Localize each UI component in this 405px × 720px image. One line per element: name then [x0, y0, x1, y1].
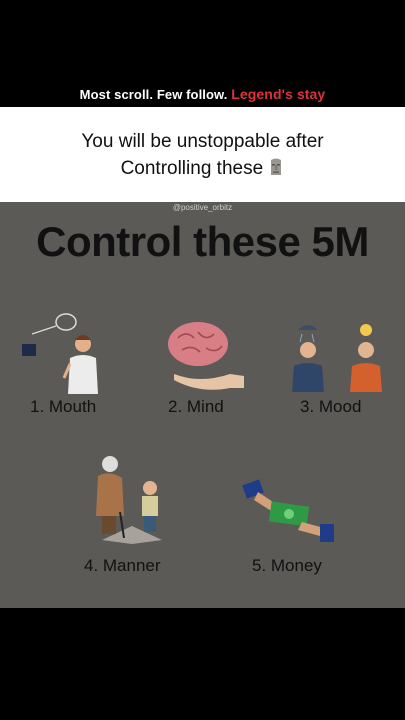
tagline-accent: Legend's stay — [231, 86, 326, 102]
money-hands-icon — [242, 479, 334, 542]
headline: You will be unstoppable after Controllin… — [0, 128, 405, 182]
item-label-money: 5. Money — [252, 556, 322, 575]
poster-title: Control these 5M — [36, 218, 369, 265]
headline-line2-text: Controlling these — [120, 158, 264, 179]
item-label-manner: 4. Manner — [84, 556, 161, 575]
speaking-man-icon — [22, 313, 98, 394]
moai-emoji-icon — [271, 158, 282, 175]
headline-line2: Controlling these — [0, 155, 405, 182]
tagline-plain: Most scroll. Few follow. — [79, 87, 228, 102]
item-label-mood: 3. Mood — [300, 397, 362, 416]
brain-in-hand-icon — [168, 322, 244, 390]
item-label-mouth: 1. Mouth — [30, 397, 97, 416]
headline-line1: You will be unstoppable after — [81, 131, 324, 152]
item-label-mind: 2. Mind — [168, 397, 224, 416]
watermark: @positive_orbitz — [172, 203, 233, 212]
bottom-black-strip — [0, 608, 405, 720]
helping-elder-icon — [96, 456, 162, 544]
tagline: Most scroll. Few follow. Legend's stay — [0, 86, 405, 102]
mood-people-icon — [292, 324, 382, 392]
